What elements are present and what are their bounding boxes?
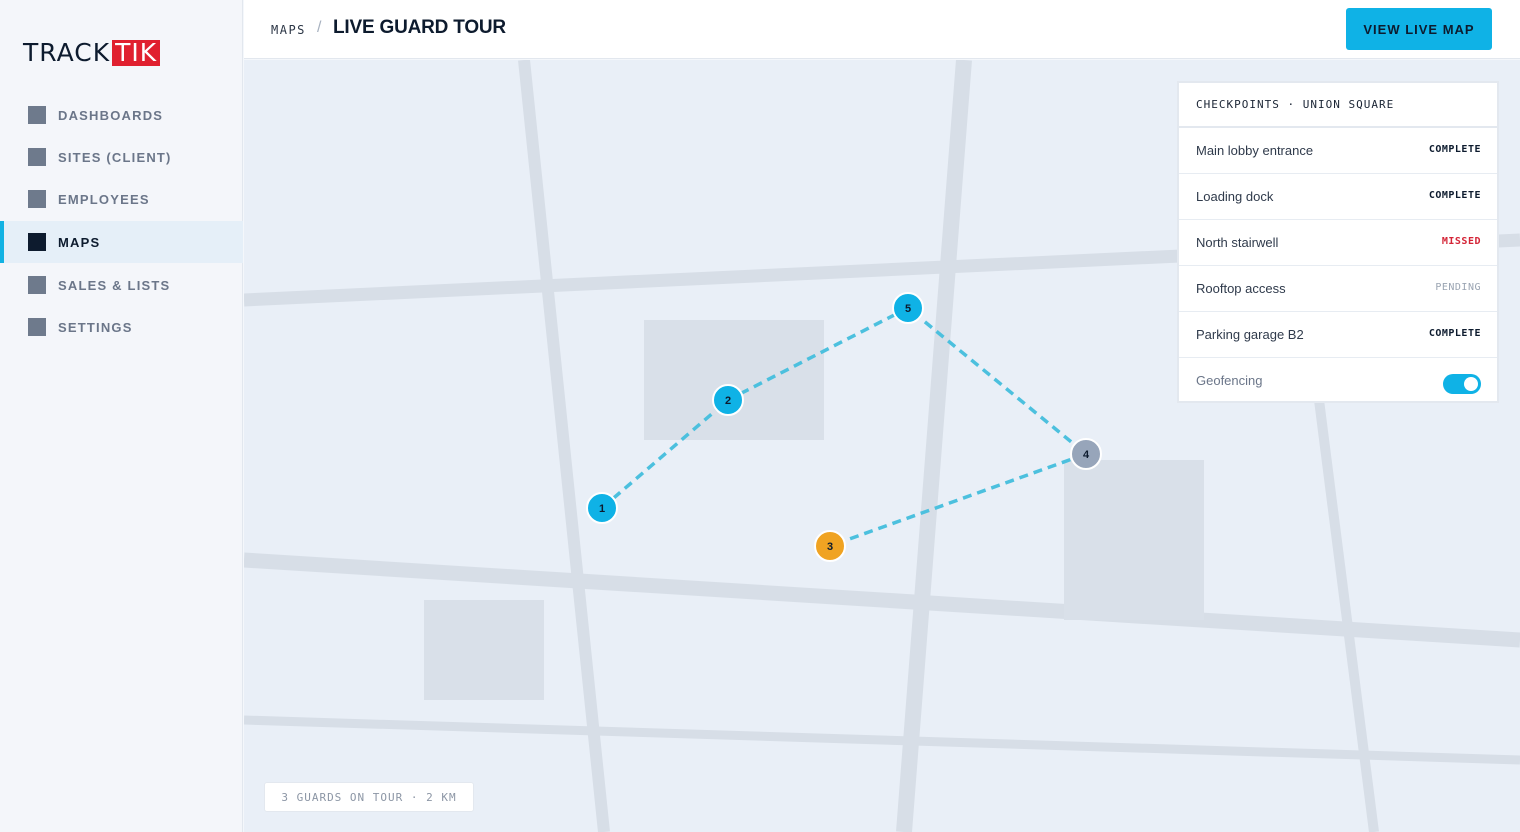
tour-summary: 3 GUARDS ON TOUR · 2 KM — [264, 782, 474, 812]
maps-icon — [28, 233, 46, 251]
sidebar-item-sites[interactable]: SITES (CLIENT) — [0, 136, 243, 178]
sidebar-item-label: DASHBOARDS — [58, 107, 164, 123]
street — [244, 715, 1520, 765]
geofencing-label: Geofencing — [1196, 373, 1263, 388]
checkpoint-status: PENDING — [1435, 282, 1481, 293]
sidebar-item-employees[interactable]: EMPLOYEES — [0, 178, 243, 220]
sidebar-item-label: SETTINGS — [58, 319, 133, 335]
checkpoint-row[interactable]: Rooftop access PENDING — [1179, 266, 1497, 312]
checkpoints-panel: CHECKPOINTS · UNION SQUARE Main lobby en… — [1177, 81, 1499, 403]
sidebar-item-settings[interactable]: SETTINGS — [0, 306, 243, 348]
toggle-knob — [1464, 377, 1478, 391]
settings-icon — [28, 318, 46, 336]
sidebar-item-label: MAPS — [58, 234, 101, 250]
sidebar-item-sales-lists[interactable]: SALES & LISTS — [0, 264, 243, 306]
view-live-map-button[interactable]: VIEW LIVE MAP — [1346, 8, 1492, 50]
map-marker-2[interactable]: 2 — [712, 384, 744, 416]
checkpoint-name: Rooftop access — [1196, 281, 1286, 296]
marker-label: 3 — [827, 541, 833, 553]
marker-label: 4 — [1083, 449, 1090, 461]
street — [896, 60, 972, 832]
sales-lists-icon — [28, 276, 46, 294]
sidebar-item-maps[interactable]: MAPS — [0, 221, 243, 263]
marker-label: 5 — [905, 303, 911, 315]
tracktik-logo[interactable]: TRACK TIK — [23, 38, 161, 67]
checkpoint-status: COMPLETE — [1428, 144, 1481, 155]
sidebar-item-label: SALES & LISTS — [58, 277, 171, 293]
checkpoint-status: COMPLETE — [1428, 190, 1481, 201]
checkpoint-row[interactable]: North stairwell MISSED — [1179, 220, 1497, 266]
logo-text-track: TRACK — [23, 38, 111, 67]
map-marker-1[interactable]: 1 — [586, 492, 618, 524]
checkpoint-name: North stairwell — [1196, 235, 1279, 250]
building-block — [424, 600, 544, 700]
breadcrumb-separator: / — [317, 19, 322, 36]
marker-label: 2 — [725, 395, 731, 407]
sidebar-item-label: SITES (CLIENT) — [58, 149, 172, 165]
checkpoint-row[interactable]: Parking garage B2 COMPLETE — [1179, 312, 1497, 358]
page-title: LIVE GUARD TOUR — [333, 17, 506, 38]
checkpoint-name: Loading dock — [1196, 189, 1274, 204]
checkpoints-heading: CHECKPOINTS · UNION SQUARE — [1179, 83, 1497, 128]
sites-icon — [28, 148, 46, 166]
geofencing-row: Geofencing — [1179, 358, 1497, 404]
geofencing-toggle[interactable] — [1443, 374, 1481, 394]
map-marker-4[interactable]: 4 — [1070, 438, 1102, 470]
checkpoint-status: COMPLETE — [1428, 328, 1481, 339]
employees-icon — [28, 190, 46, 208]
dashboards-icon — [28, 106, 46, 124]
breadcrumb-root[interactable]: MAPS — [271, 23, 306, 37]
sidebar-item-dashboards[interactable]: DASHBOARDS — [0, 94, 243, 136]
map-blocks — [424, 320, 1204, 700]
top-header: MAPS / LIVE GUARD TOUR VIEW LIVE MAP — [244, 0, 1520, 59]
sidebar: TRACK TIK DASHBOARDS SITES (CLIENT) EMPL… — [0, 0, 243, 832]
checkpoint-status: MISSED — [1441, 236, 1481, 247]
street — [1314, 399, 1379, 832]
map-marker-5[interactable]: 5 — [892, 292, 924, 324]
checkpoint-row[interactable]: Main lobby entrance COMPLETE — [1179, 128, 1497, 174]
checkpoint-name: Main lobby entrance — [1196, 143, 1314, 158]
building-block — [644, 320, 824, 440]
marker-label: 1 — [599, 503, 605, 515]
map-marker-3[interactable]: 3 — [814, 530, 846, 562]
building-block — [1064, 460, 1204, 620]
checkpoint-name: Parking garage B2 — [1196, 327, 1304, 342]
checkpoint-row[interactable]: Loading dock COMPLETE — [1179, 174, 1497, 220]
logo-text-tik: TIK — [112, 40, 161, 66]
sidebar-item-label: EMPLOYEES — [58, 191, 150, 207]
street — [518, 60, 610, 832]
